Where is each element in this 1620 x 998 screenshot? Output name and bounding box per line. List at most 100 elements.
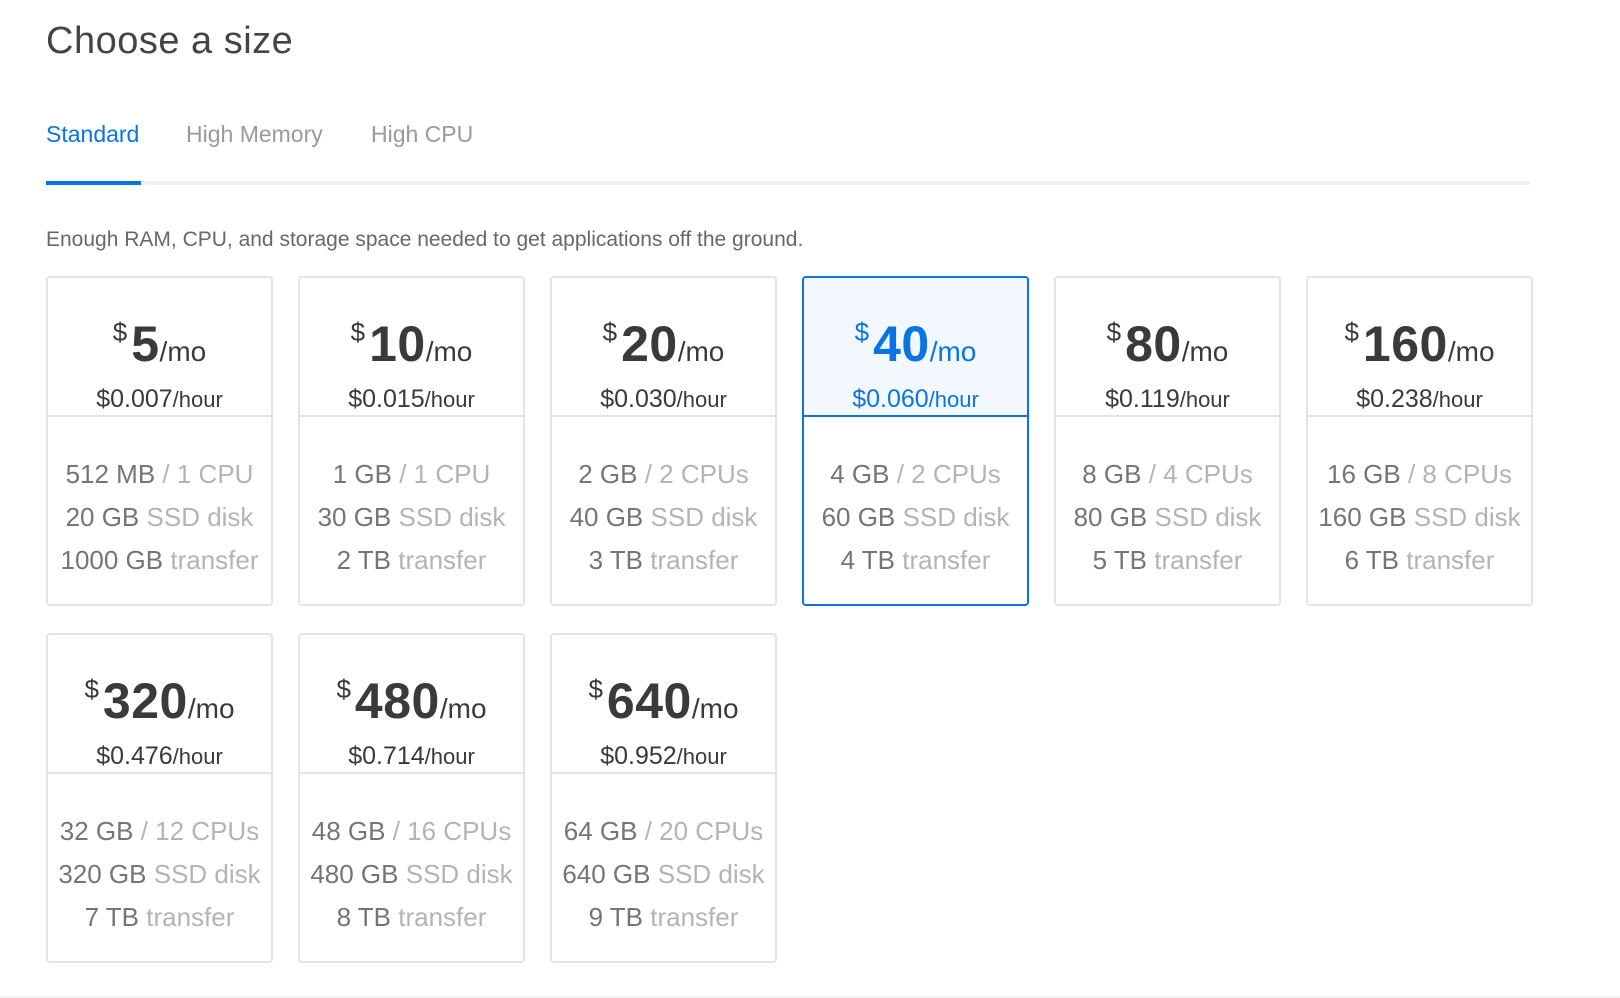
transfer-value: 9 TB: [588, 902, 644, 932]
monthly-amount: 5: [131, 316, 160, 372]
transfer-unit: transfer: [170, 545, 259, 575]
monthly-amount: 480: [354, 673, 440, 729]
plan-description: Enough RAM, CPU, and storage space neede…: [46, 228, 804, 251]
hourly-price: $0.952/hour: [552, 742, 775, 771]
memory-cpu-spec: 48 GB / 16 CPUs: [300, 810, 523, 853]
hourly-amount: $0.015: [348, 385, 425, 413]
plan-card[interactable]: $80/mo $0.119/hour 8 GB / 4 CPUs 80 GB SSD …: [1054, 276, 1281, 606]
memory-value: 4 GB: [830, 459, 890, 489]
currency-symbol: $: [602, 317, 618, 347]
plan-specs: 64 GB / 20 CPUs 640 GB SSD disk 9 TB trans…: [552, 774, 775, 939]
monthly-price: $320/mo: [48, 663, 271, 740]
transfer-value: 1000 GB: [60, 545, 164, 575]
disk-unit: SSD disk: [405, 859, 513, 889]
hourly-unit: /hour: [676, 744, 727, 769]
monthly-unit: /mo: [677, 336, 725, 367]
plan-price-section: $320/mo $0.476/hour: [48, 635, 271, 774]
tab-high-memory[interactable]: High Memory: [186, 121, 323, 148]
hourly-price: $0.119/hour: [1056, 385, 1279, 414]
hourly-price: $0.015/hour: [300, 385, 523, 414]
memory-cpu-spec: 512 MB / 1 CPU: [48, 453, 271, 496]
plan-card[interactable]: $10/mo $0.015/hour 1 GB / 1 CPU 30 GB SSD d…: [298, 276, 525, 606]
transfer-spec: 6 TB transfer: [1308, 539, 1531, 582]
monthly-price: $40/mo: [804, 306, 1027, 383]
hourly-unit: /hour: [424, 744, 475, 769]
memory-value: 512 MB: [65, 459, 156, 489]
monthly-price: $160/mo: [1308, 306, 1531, 383]
plan-specs: 8 GB / 4 CPUs 80 GB SSD disk 5 TB transfer: [1056, 417, 1279, 582]
plan-price-section: $5/mo $0.007/hour: [48, 278, 271, 417]
hourly-amount: $0.952: [600, 742, 677, 770]
disk-value: 160 GB: [1318, 502, 1407, 532]
disk-unit: SSD disk: [153, 859, 261, 889]
hourly-price: $0.714/hour: [300, 742, 523, 771]
monthly-unit: /mo: [439, 693, 487, 724]
plan-card[interactable]: $5/mo $0.007/hour 512 MB / 1 CPU 20 GB SSD …: [46, 276, 273, 606]
hourly-price: $0.238/hour: [1308, 385, 1531, 414]
plan-price-section: $40/mo $0.060/hour: [804, 278, 1027, 417]
disk-unit: SSD disk: [146, 502, 254, 532]
disk-unit: SSD disk: [657, 859, 765, 889]
currency-symbol: $: [112, 317, 128, 347]
plan-price-section: $160/mo $0.238/hour: [1308, 278, 1531, 417]
hourly-unit: /hour: [172, 387, 223, 412]
tab-standard[interactable]: Standard: [46, 121, 139, 148]
transfer-spec: 9 TB transfer: [552, 896, 775, 939]
disk-unit: SSD disk: [398, 502, 506, 532]
cpu-value: / 16 CPUs: [392, 816, 512, 846]
hourly-amount: $0.714: [348, 742, 425, 770]
hourly-price: $0.030/hour: [552, 385, 775, 414]
transfer-value: 5 TB: [1092, 545, 1148, 575]
disk-spec: 30 GB SSD disk: [300, 496, 523, 539]
plan-card[interactable]: $20/mo $0.030/hour 2 GB / 2 CPUs 40 GB SSD …: [550, 276, 777, 606]
hourly-amount: $0.476: [96, 742, 173, 770]
monthly-price: $10/mo: [300, 306, 523, 383]
plan-specs: 32 GB / 12 CPUs 320 GB SSD disk 7 TB trans…: [48, 774, 271, 939]
plan-card[interactable]: $40/mo $0.060/hour 4 GB / 2 CPUs 60 GB SSD …: [802, 276, 1029, 606]
plan-card[interactable]: $640/mo $0.952/hour 64 GB / 20 CPUs 640 GB …: [550, 633, 777, 963]
disk-value: 640 GB: [562, 859, 651, 889]
currency-symbol: $: [1106, 317, 1122, 347]
monthly-unit: /mo: [159, 336, 207, 367]
memory-value: 16 GB: [1327, 459, 1401, 489]
plan-card[interactable]: $480/mo $0.714/hour 48 GB / 16 CPUs 480 GB …: [298, 633, 525, 963]
monthly-amount: 640: [606, 673, 692, 729]
cpu-value: / 8 CPUs: [1407, 459, 1512, 489]
plan-specs: 2 GB / 2 CPUs 40 GB SSD disk 3 TB transfer: [552, 417, 775, 582]
transfer-unit: transfer: [146, 902, 235, 932]
plan-card[interactable]: $320/mo $0.476/hour 32 GB / 12 CPUs 320 GB …: [46, 633, 273, 963]
transfer-value: 7 TB: [84, 902, 140, 932]
disk-value: 40 GB: [569, 502, 644, 532]
tab-high-cpu[interactable]: High CPU: [371, 121, 473, 148]
disk-value: 30 GB: [317, 502, 392, 532]
transfer-value: 6 TB: [1344, 545, 1400, 575]
hourly-unit: /hour: [676, 387, 727, 412]
monthly-unit: /mo: [691, 693, 739, 724]
hourly-unit: /hour: [424, 387, 475, 412]
plan-card[interactable]: $160/mo $0.238/hour 16 GB / 8 CPUs 160 GB S…: [1306, 276, 1533, 606]
plan-price-section: $20/mo $0.030/hour: [552, 278, 775, 417]
disk-unit: SSD disk: [902, 502, 1010, 532]
memory-cpu-spec: 8 GB / 4 CPUs: [1056, 453, 1279, 496]
monthly-amount: 320: [102, 673, 188, 729]
currency-symbol: $: [84, 674, 99, 704]
disk-value: 320 GB: [58, 859, 147, 889]
plan-grid: $5/mo $0.007/hour 512 MB / 1 CPU 20 GB SSD …: [46, 276, 1536, 963]
disk-spec: 480 GB SSD disk: [300, 853, 523, 896]
monthly-amount: 80: [1125, 316, 1182, 372]
memory-value: 32 GB: [59, 816, 134, 846]
currency-symbol: $: [1344, 317, 1359, 347]
plan-specs: 4 GB / 2 CPUs 60 GB SSD disk 4 TB transfer: [804, 417, 1027, 582]
hourly-unit: /hour: [1432, 387, 1483, 412]
hourly-unit: /hour: [928, 387, 979, 412]
plan-specs: 512 MB / 1 CPU 20 GB SSD disk 1000 GB tran…: [48, 417, 271, 582]
monthly-price: $480/mo: [300, 663, 523, 740]
cpu-value: / 2 CPUs: [644, 459, 749, 489]
memory-value: 2 GB: [578, 459, 638, 489]
transfer-value: 4 TB: [840, 545, 896, 575]
monthly-unit: /mo: [187, 693, 235, 724]
hourly-amount: $0.007: [96, 385, 173, 413]
disk-unit: SSD disk: [1154, 502, 1262, 532]
disk-spec: 160 GB SSD disk: [1308, 496, 1531, 539]
monthly-amount: 20: [621, 316, 678, 372]
